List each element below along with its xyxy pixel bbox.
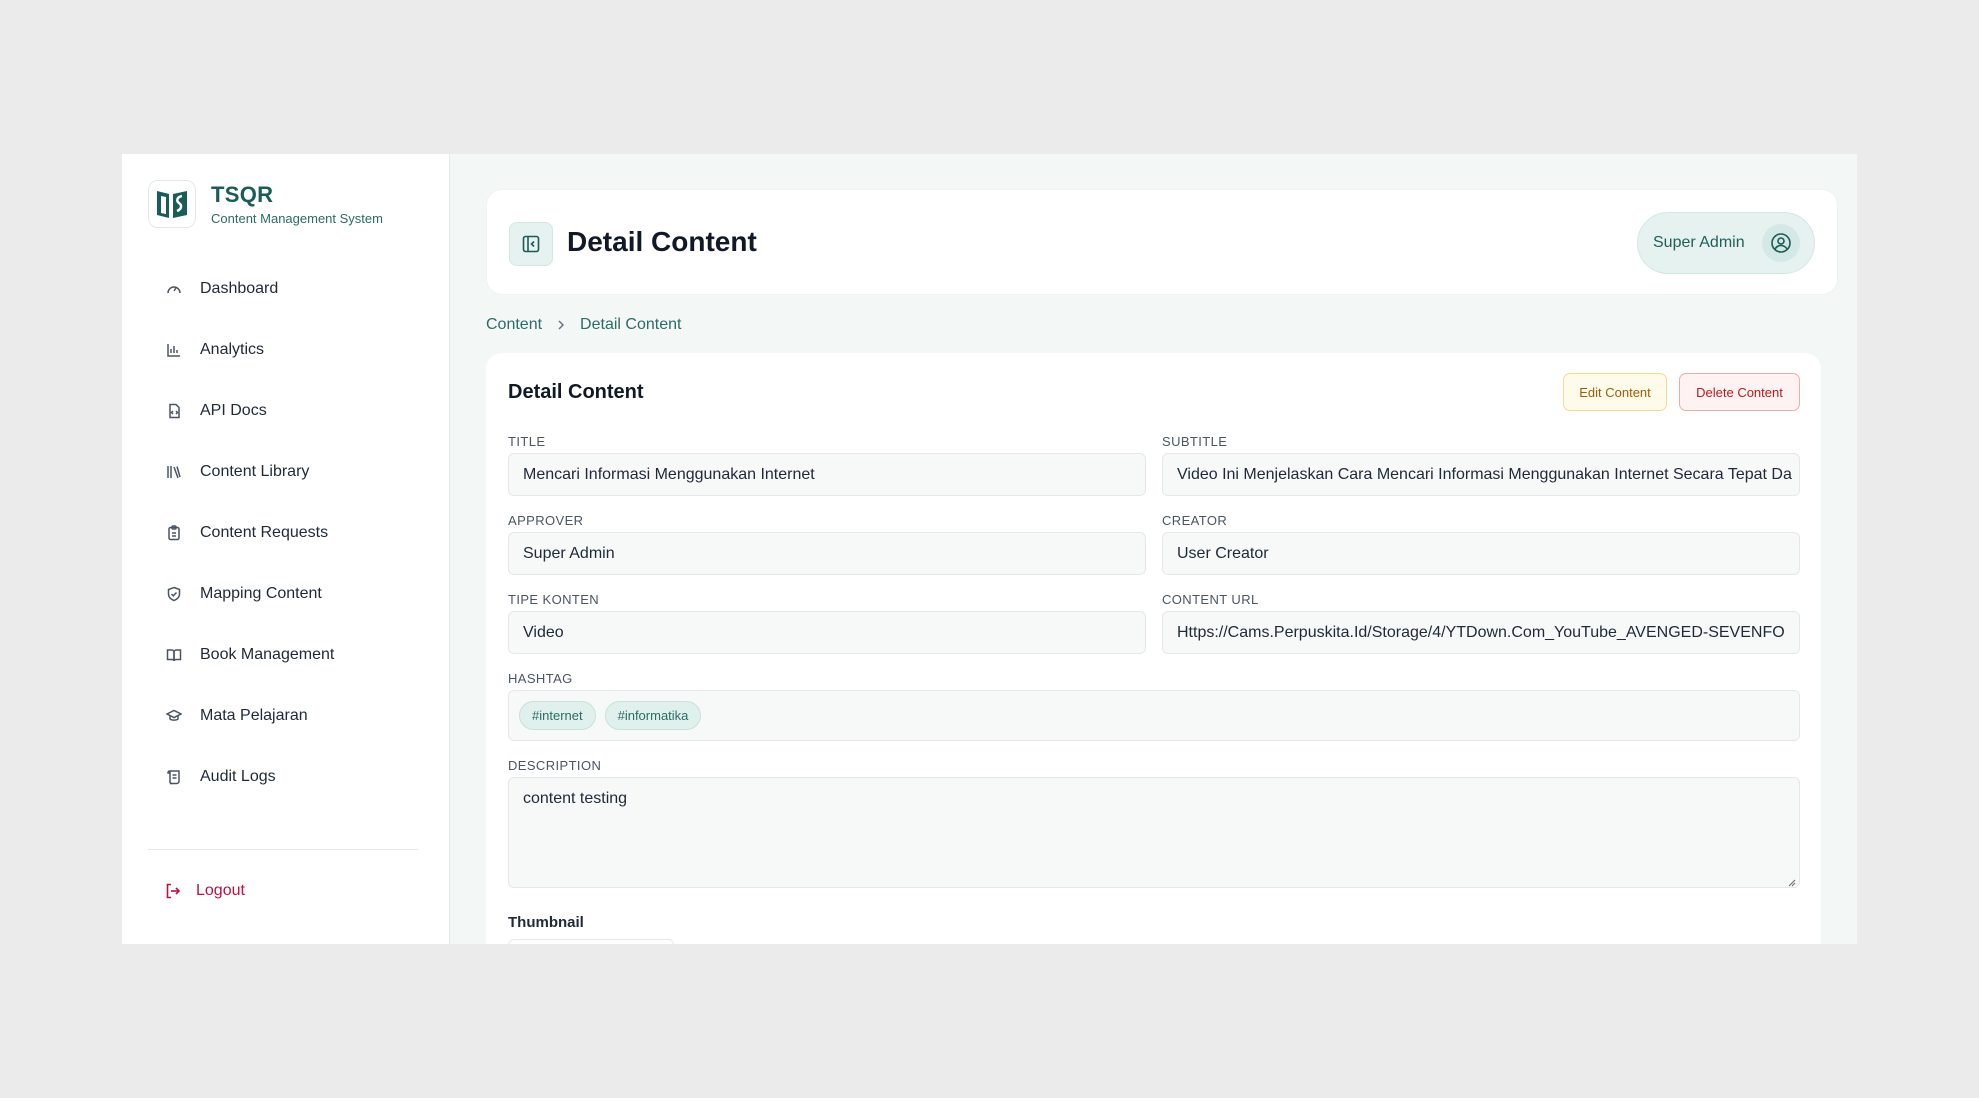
sidebar-item-mapping-content[interactable]: Mapping Content [148, 563, 418, 624]
delete-content-button[interactable]: Delete Content [1679, 373, 1800, 411]
page-title: Detail Content [567, 226, 757, 257]
sidebar-item-more[interactable] [148, 807, 418, 834]
sidebar-item-mata-pelajaran[interactable]: Mata Pelajaran [148, 685, 418, 746]
main-content: Detail Content Super Admin Content Detai… [450, 154, 1857, 944]
subtitle-field[interactable]: Video Ini Menjelaskan Cara Mencari Infor… [1162, 453, 1800, 496]
sidebar-item-content-library[interactable]: Content Library [148, 441, 418, 502]
sidebar-toggle-button[interactable] [509, 222, 553, 266]
gauge-icon [164, 828, 184, 835]
brand-name: TSQR [211, 182, 274, 207]
description-text: content testing [523, 790, 628, 807]
sidebar-item-label: Analytics [200, 340, 265, 358]
logo [148, 180, 196, 228]
resize-handle-icon[interactable] [1786, 874, 1796, 887]
content-url-label: CONTENT URL [1162, 592, 1259, 607]
hashtag-chip[interactable]: #informatika [604, 701, 702, 730]
title-field[interactable]: Mencari Informasi Menggunakan Internet [508, 453, 1146, 496]
creator-field[interactable]: User Creator [1162, 532, 1800, 575]
logout-button[interactable]: Logout [164, 882, 245, 900]
clipboard-icon [164, 523, 184, 543]
creator-label: CREATOR [1162, 513, 1228, 528]
gauge-icon [164, 279, 184, 299]
user-menu[interactable]: Super Admin [1637, 212, 1815, 274]
content-type-label: TIPE KONTEN [508, 592, 600, 607]
sidebar-item-label: API Docs [200, 401, 267, 419]
bar-chart-icon [164, 340, 184, 360]
hashtag-field: #internet #informatika [508, 690, 1800, 741]
open-book-icon [164, 645, 184, 665]
thumbnail-label: Thumbnail [508, 914, 584, 931]
sidebar-nav: Dashboard Analytics API Docs Content Lib… [148, 258, 418, 878]
sidebar-item-label: Content Library [200, 462, 310, 480]
sidebar-item-content-requests[interactable]: Content Requests [148, 502, 418, 563]
sidebar-item-label: Audit Logs [200, 767, 276, 785]
card-title: Detail Content [508, 381, 644, 403]
subtitle-label: SUBTITLE [1162, 434, 1228, 449]
breadcrumb-link-content[interactable]: Content [486, 316, 542, 334]
chevron-right-icon [556, 319, 566, 331]
description-label: DESCRIPTION [508, 758, 602, 773]
sidebar: TSQR Content Management System Dashboard… [122, 154, 450, 944]
sidebar-item-label: Book Management [200, 645, 335, 663]
content-url-field[interactable]: Https://Cams.Perpuskita.Id/Storage/4/YTD… [1162, 611, 1800, 654]
approver-label: APPROVER [508, 513, 584, 528]
brand-subtitle: Content Management System [211, 211, 383, 226]
sidebar-collapse-icon [521, 234, 541, 254]
thumbnail-image [508, 939, 674, 944]
breadcrumb: Content Detail Content [486, 316, 681, 334]
approver-field[interactable]: Super Admin [508, 532, 1146, 575]
document-code-icon [164, 401, 184, 421]
logout-label: Logout [196, 882, 245, 899]
detail-card: Detail Content Edit Content Delete Conte… [486, 353, 1821, 944]
logout-icon [164, 882, 182, 900]
user-avatar-icon [1762, 224, 1800, 262]
sidebar-item-label: Mapping Content [200, 584, 322, 602]
sidebar-item-analytics[interactable]: Analytics [148, 319, 418, 380]
breadcrumb-current: Detail Content [580, 316, 682, 333]
top-bar: Detail Content Super Admin [486, 189, 1838, 295]
sidebar-divider [148, 849, 418, 850]
shield-check-icon [164, 584, 184, 604]
content-type-field[interactable]: Video [508, 611, 1146, 654]
sidebar-item-api-docs[interactable]: API Docs [148, 380, 418, 441]
edit-content-button[interactable]: Edit Content [1563, 373, 1667, 411]
graduation-cap-icon [164, 706, 184, 726]
sidebar-item-audit-logs[interactable]: Audit Logs [148, 746, 418, 807]
hashtag-label: HASHTAG [508, 671, 573, 686]
title-label: TITLE [508, 434, 546, 449]
brand[interactable]: TSQR Content Management System [148, 180, 383, 228]
sidebar-item-label: Mata Pelajaran [200, 706, 308, 724]
sidebar-item-label: Content Requests [200, 523, 329, 541]
app-window: TSQR Content Management System Dashboard… [122, 154, 1857, 944]
sidebar-item-book-management[interactable]: Book Management [148, 624, 418, 685]
user-name: Super Admin [1653, 234, 1745, 251]
scroll-icon [164, 767, 184, 787]
description-textarea[interactable]: content testing [508, 777, 1800, 888]
hashtag-chip[interactable]: #internet [519, 701, 596, 730]
library-icon [164, 462, 184, 482]
sidebar-item-dashboard[interactable]: Dashboard [148, 258, 418, 319]
sidebar-item-label: Dashboard [200, 279, 279, 297]
